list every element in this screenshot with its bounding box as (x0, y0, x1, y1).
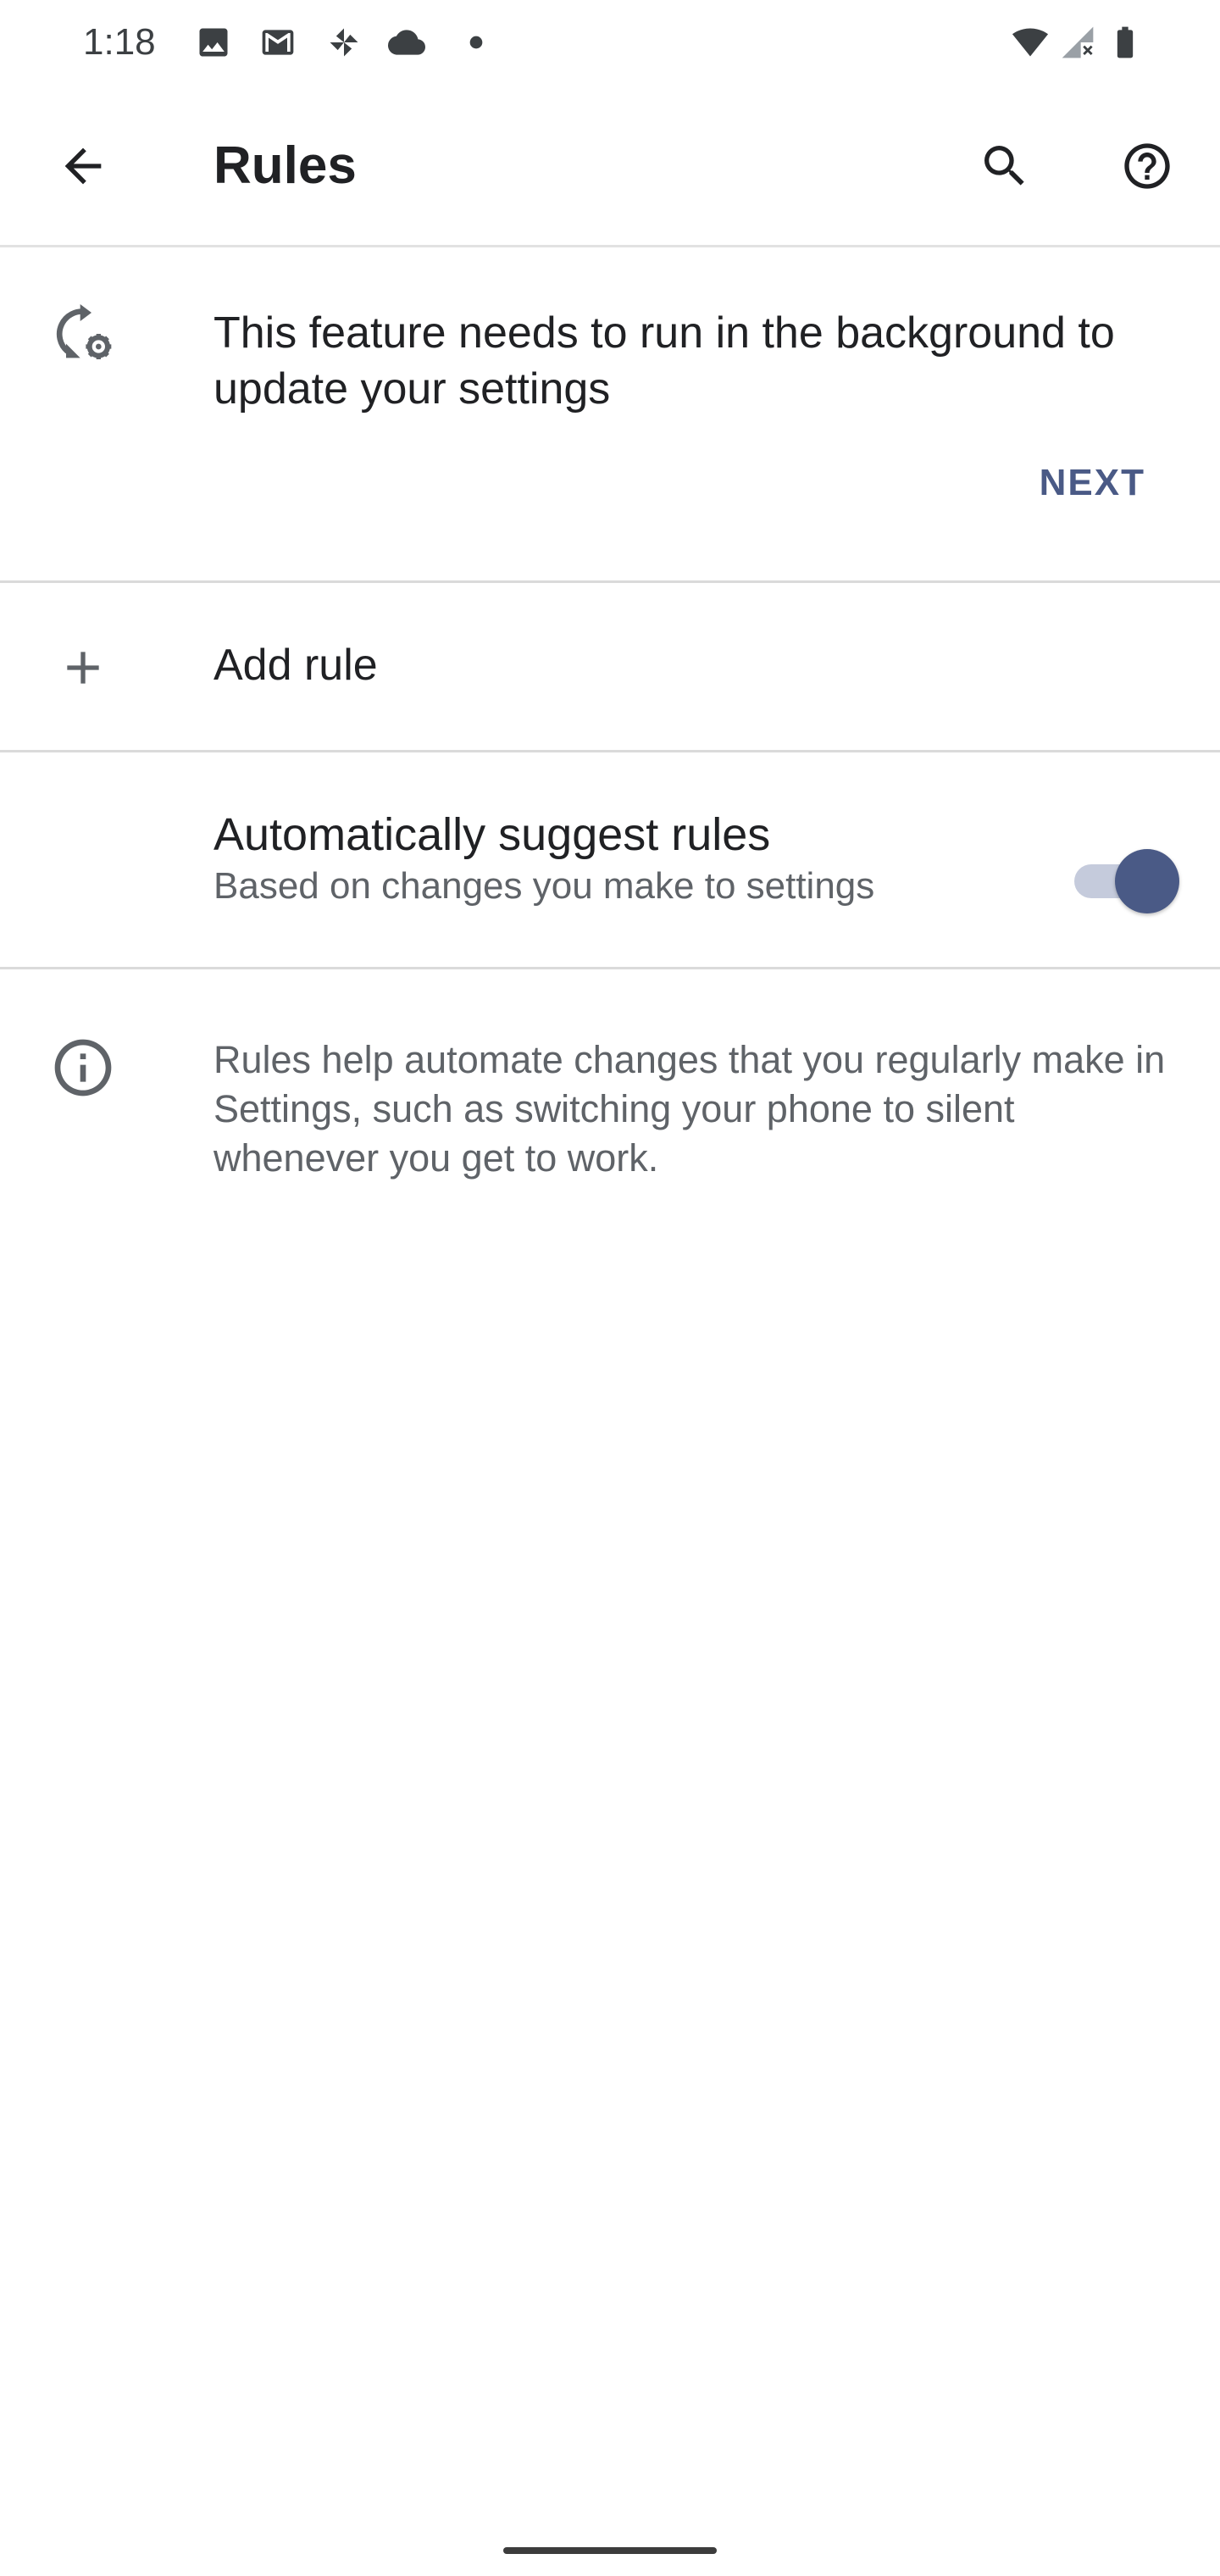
image-icon (195, 24, 232, 61)
pinwheel-icon (325, 24, 363, 61)
arrow-back-icon (64, 147, 102, 185)
cloud-icon (388, 24, 425, 61)
page-title: Rules (214, 136, 357, 195)
wifi-icon (1008, 24, 1052, 61)
search-button[interactable] (964, 125, 1045, 207)
suggest-rules-row[interactable]: Automatically suggest rules Based on cha… (0, 752, 1220, 969)
gmail-icon (259, 24, 297, 61)
app-bar: Rules (0, 85, 1220, 247)
help-icon (1124, 143, 1170, 189)
status-time: 1:18 (83, 21, 156, 63)
add-rule-row[interactable]: Add rule (0, 583, 1220, 752)
suggest-rules-toggle[interactable] (1074, 849, 1179, 913)
back-button[interactable] (42, 125, 124, 207)
info-text: Rules help automate changes that you reg… (214, 1038, 1166, 1180)
gesture-nav-handle[interactable] (503, 2547, 717, 2554)
search-icon (984, 146, 1024, 186)
suggest-rules-title: Automatically suggest rules (214, 809, 771, 860)
sync-settings-icon (49, 300, 117, 368)
status-bar: 1:18 (0, 0, 1220, 85)
cellular-no-signal-icon (1057, 24, 1098, 61)
info-icon (49, 1034, 117, 1102)
next-button[interactable]: NEXT (1040, 459, 1145, 507)
suggest-rules-subtitle: Based on changes you make to settings (214, 865, 875, 907)
add-rule-label: Add rule (214, 641, 378, 690)
info-section: Rules help automate changes that you reg… (0, 969, 1220, 1224)
help-button[interactable] (1106, 125, 1188, 207)
rules-screen: 1:18 Rules This feature needs to run in … (0, 0, 1220, 2576)
plus-icon (56, 641, 110, 695)
dot-icon (458, 24, 495, 61)
background-permission-banner: This feature needs to run in the backgro… (0, 247, 1220, 583)
banner-message: This feature needs to run in the backgro… (214, 308, 1115, 414)
battery-icon (1106, 24, 1144, 61)
toggle-thumb (1115, 849, 1179, 913)
